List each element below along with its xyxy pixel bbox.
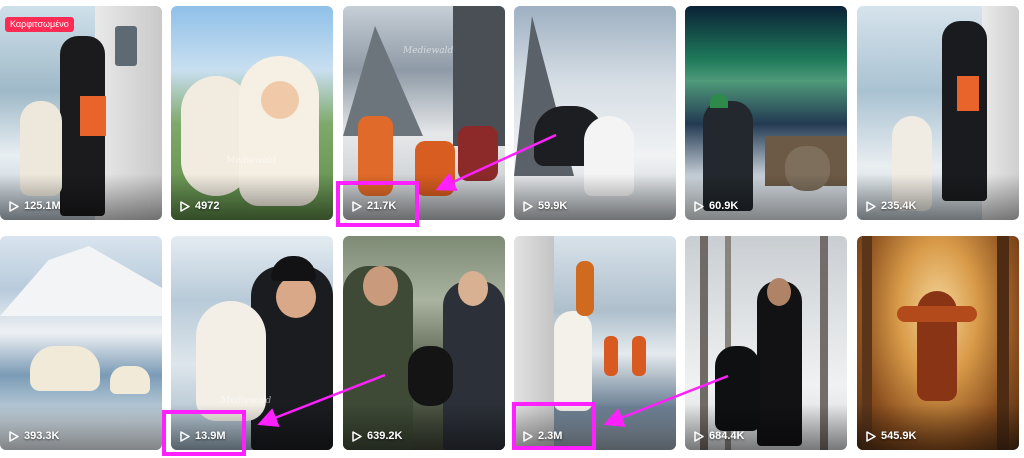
view-count-text: 59.9K xyxy=(538,200,568,212)
play-icon xyxy=(9,430,19,442)
play-icon xyxy=(180,430,190,442)
video-thumbnail[interactable]: 59.9K xyxy=(514,6,676,220)
view-count-text: 21.7K xyxy=(367,200,397,212)
video-thumbnail[interactable]: 393.3K xyxy=(0,236,162,450)
view-count-text: 393.3K xyxy=(24,430,60,442)
watermark: Mediewald xyxy=(226,156,277,166)
video-thumbnail[interactable]: 684.4K xyxy=(685,236,847,450)
play-icon xyxy=(694,430,704,442)
view-count: 125.1M xyxy=(9,200,61,212)
view-count: 21.7K xyxy=(352,200,396,212)
play-icon xyxy=(9,200,19,212)
view-count: 59.9K xyxy=(523,200,567,212)
play-icon xyxy=(694,200,704,212)
view-count-text: 125.1M xyxy=(24,200,61,212)
view-count-text: 60.9K xyxy=(709,200,739,212)
view-count: 60.9K xyxy=(694,200,738,212)
pinned-badge: Καρφιτσωμένο xyxy=(5,17,74,32)
play-icon xyxy=(352,430,362,442)
play-icon xyxy=(352,200,362,212)
view-count: 639.2K xyxy=(352,430,402,442)
video-thumbnail[interactable]: 639.2K xyxy=(343,236,505,450)
play-icon xyxy=(866,430,876,442)
view-count-text: 545.9K xyxy=(881,430,917,442)
view-count-text: 4972 xyxy=(195,200,220,212)
view-count: 684.4K xyxy=(694,430,744,442)
view-count: 4972 xyxy=(180,200,219,212)
video-thumbnail[interactable]: 235.4K xyxy=(857,6,1019,220)
video-thumbnail[interactable]: Mediewald 21.7K xyxy=(343,6,505,220)
view-count: 393.3K xyxy=(9,430,59,442)
video-thumbnail[interactable]: 60.9K xyxy=(685,6,847,220)
video-grid: Καρφιτσωμένο 125.1M Mediewald 4972 Medie… xyxy=(0,0,1024,458)
view-count-text: 13.9M xyxy=(195,430,226,442)
video-thumbnail[interactable]: Mediewald 13.9M xyxy=(171,236,333,450)
watermark: Mediewald xyxy=(403,46,454,56)
view-count: 13.9M xyxy=(180,430,226,442)
view-count: 545.9K xyxy=(866,430,916,442)
view-count-text: 684.4K xyxy=(709,430,745,442)
play-icon xyxy=(523,200,533,212)
play-icon xyxy=(866,200,876,212)
play-icon xyxy=(180,200,190,212)
view-count: 2.3M xyxy=(523,430,562,442)
video-thumbnail[interactable]: 545.9K xyxy=(857,236,1019,450)
view-count: 235.4K xyxy=(866,200,916,212)
view-count-text: 639.2K xyxy=(367,430,403,442)
view-count-text: 2.3M xyxy=(538,430,563,442)
video-thumbnail[interactable]: Καρφιτσωμένο 125.1M xyxy=(0,6,162,220)
view-count-text: 235.4K xyxy=(881,200,917,212)
play-icon xyxy=(523,430,533,442)
video-thumbnail[interactable]: 2.3M xyxy=(514,236,676,450)
video-thumbnail[interactable]: Mediewald 4972 xyxy=(171,6,333,220)
